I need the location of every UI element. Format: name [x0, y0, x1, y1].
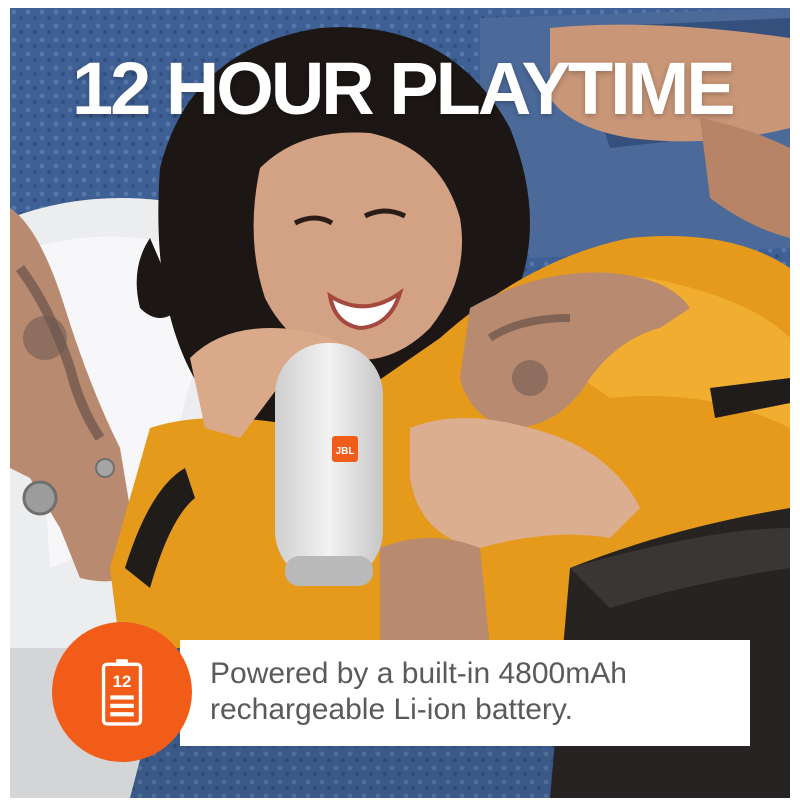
battery-icon: 12 [101, 659, 143, 726]
battery-icon-label: 12 [113, 672, 132, 691]
info-line-2: rechargeable Li-ion battery. [210, 693, 573, 726]
product-image-frame: JBL 12 HOUR PLAYTIME Powered by a built-… [10, 8, 790, 798]
info-line-1: Powered by a built-in 4800mAh [210, 657, 627, 690]
jbl-speaker: JBL [275, 343, 383, 586]
jbl-logo: JBL [336, 446, 355, 457]
skull-ring [22, 480, 58, 516]
battery-badge: 12 [52, 622, 192, 762]
headline: 12 HOUR PLAYTIME [72, 47, 736, 130]
battery-info-box: Powered by a built-in 4800mAh rechargeab… [180, 640, 750, 746]
